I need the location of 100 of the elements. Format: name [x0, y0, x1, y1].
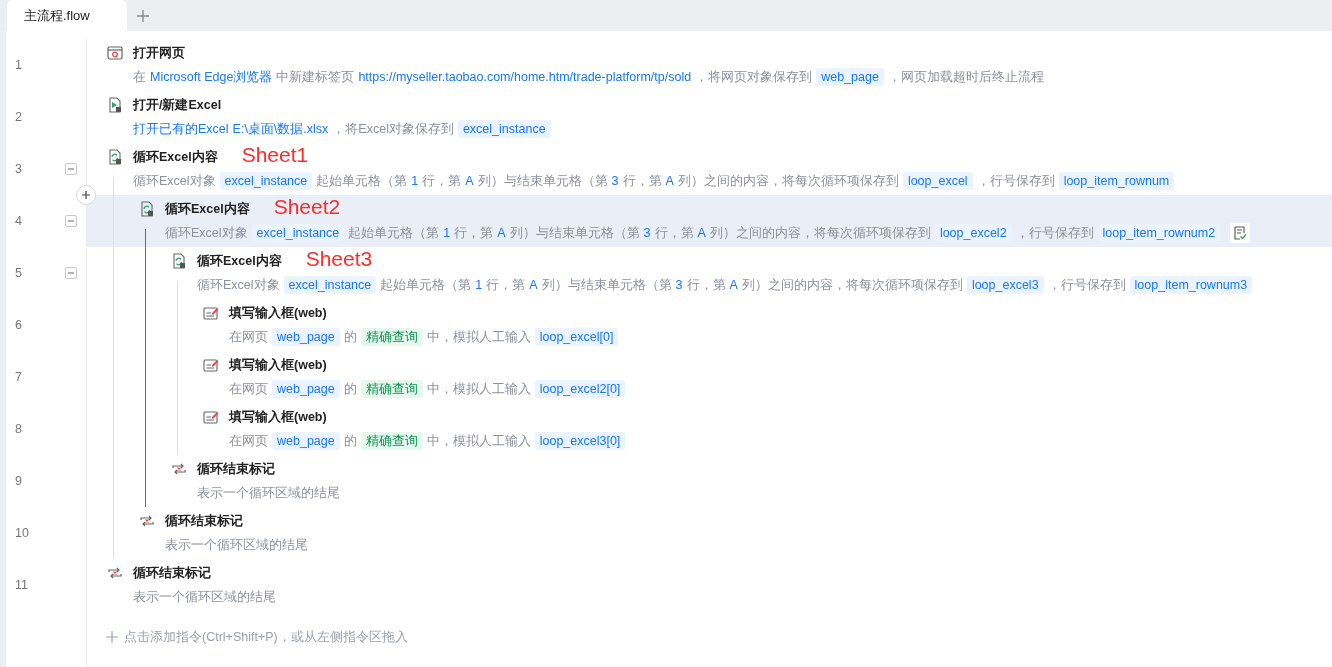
- minus-icon: [67, 269, 75, 277]
- description-text: 行，第: [622, 173, 662, 190]
- variable-tag: web_page: [272, 380, 340, 398]
- description-text: 的: [343, 381, 357, 398]
- minus-icon: [67, 217, 75, 225]
- description-text: 起始单元格（第: [316, 173, 408, 190]
- description-text: ，网页加载超时后终止流程: [887, 69, 1044, 86]
- line-number: 1: [14, 58, 23, 72]
- step-row[interactable]: 循环Excel内容 Sheet2 循环Excel对象 excel_instance 起始单元格（第 1 行，第 A 列）与结束单元格（第 3 行，第 A 列）之间的内容，将每次循环项保存到 loop_excel2 ，行号保存到 loop_item_rownum2: [87, 195, 1332, 247]
- parameter-value: 3: [643, 225, 651, 242]
- variable-tag: loop_item_rownum: [1058, 172, 1175, 190]
- browser-window-icon: [107, 45, 123, 61]
- line-number: 2: [14, 110, 23, 124]
- collapse-toggle[interactable]: [65, 215, 77, 227]
- step-title: 填写输入框(web): [229, 304, 327, 322]
- spreadsheet-cycle-icon: [171, 253, 187, 269]
- checklist-icon[interactable]: [1230, 223, 1251, 243]
- step-title: 循环结束标记: [133, 564, 211, 582]
- description-text: 列）与结束单元格（第: [477, 173, 608, 190]
- description-text: 起始单元格（第: [348, 225, 440, 242]
- line-number: 8: [14, 422, 23, 436]
- variable-tag: web_page: [272, 432, 340, 450]
- description-text: 表示一个循环区域的结尾: [133, 589, 276, 606]
- parameter-value: A: [697, 225, 706, 242]
- insert-step-button[interactable]: [76, 185, 96, 205]
- description-text: 的: [343, 433, 357, 450]
- element-tag: 精确查询: [360, 380, 423, 398]
- description-text: 循环Excel对象: [133, 173, 216, 190]
- variable-tag: loop_item_rownum2: [1097, 224, 1221, 242]
- variable-tag: excel_instance: [251, 224, 345, 242]
- line-number: 3: [14, 162, 23, 176]
- description-text: 行，第: [454, 225, 494, 242]
- parameter-value: 1: [443, 225, 451, 242]
- description-text: 在网页: [229, 433, 268, 450]
- element-tag: 精确查询: [360, 432, 423, 450]
- description-text: 中，模拟人工输入: [426, 381, 531, 398]
- description-text: ，行号保存到: [1015, 225, 1094, 242]
- variable-tag: loop_excel3: [966, 276, 1044, 294]
- text-field-pencil-icon: [203, 409, 219, 425]
- variable-tag: excel_instance: [219, 172, 313, 190]
- collapse-toggle[interactable]: [65, 163, 77, 175]
- text-field-pencil-icon: [203, 305, 219, 321]
- loop-cross-icon: [107, 565, 123, 581]
- step-title: 循环Excel内容: [133, 148, 218, 166]
- line-number: 7: [14, 370, 23, 384]
- description-text: 表示一个循环区域的结尾: [165, 537, 308, 554]
- description-text: ，行号保存到: [1047, 277, 1126, 294]
- parameter-value: A: [729, 277, 738, 294]
- description-text: 在: [133, 69, 146, 86]
- description-text: 行，第: [486, 277, 526, 294]
- line-number: 4: [14, 214, 23, 228]
- parameter-value: A: [465, 173, 474, 190]
- step-title: 循环结束标记: [197, 460, 275, 478]
- loop-cross-icon: [171, 461, 187, 477]
- description-text: 中，模拟人工输入: [426, 329, 531, 346]
- minus-icon: [67, 165, 75, 173]
- description-text: 循环Excel对象: [197, 277, 280, 294]
- description-text: 列）与结束单元格（第: [541, 277, 672, 294]
- parameter-value: Microsoft Edge浏览器: [150, 69, 273, 86]
- annotation-text: Sheet3: [305, 247, 373, 271]
- step-title: 循环Excel内容: [197, 252, 282, 270]
- parameter-value: 1: [475, 277, 483, 294]
- description-text: 中新建标签页: [276, 69, 355, 86]
- description-text: 列）与结束单元格（第: [509, 225, 640, 242]
- description-text: 列）之间的内容，将每次循环项保存到: [709, 225, 931, 242]
- variable-tag: loop_excel: [902, 172, 973, 190]
- parameter-value: A: [665, 173, 674, 190]
- parameter-value: https://myseller.taobao.com/home.htm/trade-platform/tp/sold: [358, 69, 692, 86]
- parameter-value: A: [497, 225, 506, 242]
- description-text: 表示一个循环区域的结尾: [197, 485, 340, 502]
- description-text: 列）之间的内容，将每次循环项保存到: [677, 173, 899, 190]
- description-text: ，将Excel对象保存到: [332, 121, 454, 138]
- variable-tag: excel_instance: [283, 276, 377, 294]
- description-text: 的: [343, 329, 357, 346]
- collapse-toggle[interactable]: [65, 267, 77, 279]
- annotation-text: Sheet1: [241, 143, 309, 167]
- variable-tag: loop_item_rownum3: [1129, 276, 1253, 294]
- step-title: 循环Excel内容: [165, 200, 250, 218]
- text-field-pencil-icon: [203, 357, 219, 373]
- step-title: 循环结束标记: [165, 512, 243, 530]
- description-text: 起始单元格（第: [380, 277, 472, 294]
- plus-icon: [136, 8, 150, 23]
- line-number: 6: [14, 318, 23, 332]
- plus-icon: [81, 190, 91, 200]
- file-tab[interactable]: 主流程.flow: [7, 0, 127, 31]
- parameter-value: A: [529, 277, 538, 294]
- description-text: 行，第: [654, 225, 694, 242]
- line-number: 11: [14, 578, 29, 592]
- step-title: 填写输入框(web): [229, 356, 327, 374]
- parameter-value: 1: [411, 173, 419, 190]
- description-text: 在网页: [229, 329, 268, 346]
- element-tag: 精确查询: [360, 328, 423, 346]
- parameter-value: E:\桌面\数据.xlsx: [232, 121, 329, 138]
- variable-tag: loop_excel3[0]: [534, 432, 626, 450]
- description-text: 循环Excel对象: [165, 225, 248, 242]
- description-text: 在网页: [229, 381, 268, 398]
- description-text: 列）之间的内容，将每次循环项保存到: [741, 277, 963, 294]
- description-text: 中，模拟人工输入: [426, 433, 531, 450]
- variable-tag: loop_excel[0]: [534, 328, 619, 346]
- variable-tag: excel_instance: [457, 120, 551, 138]
